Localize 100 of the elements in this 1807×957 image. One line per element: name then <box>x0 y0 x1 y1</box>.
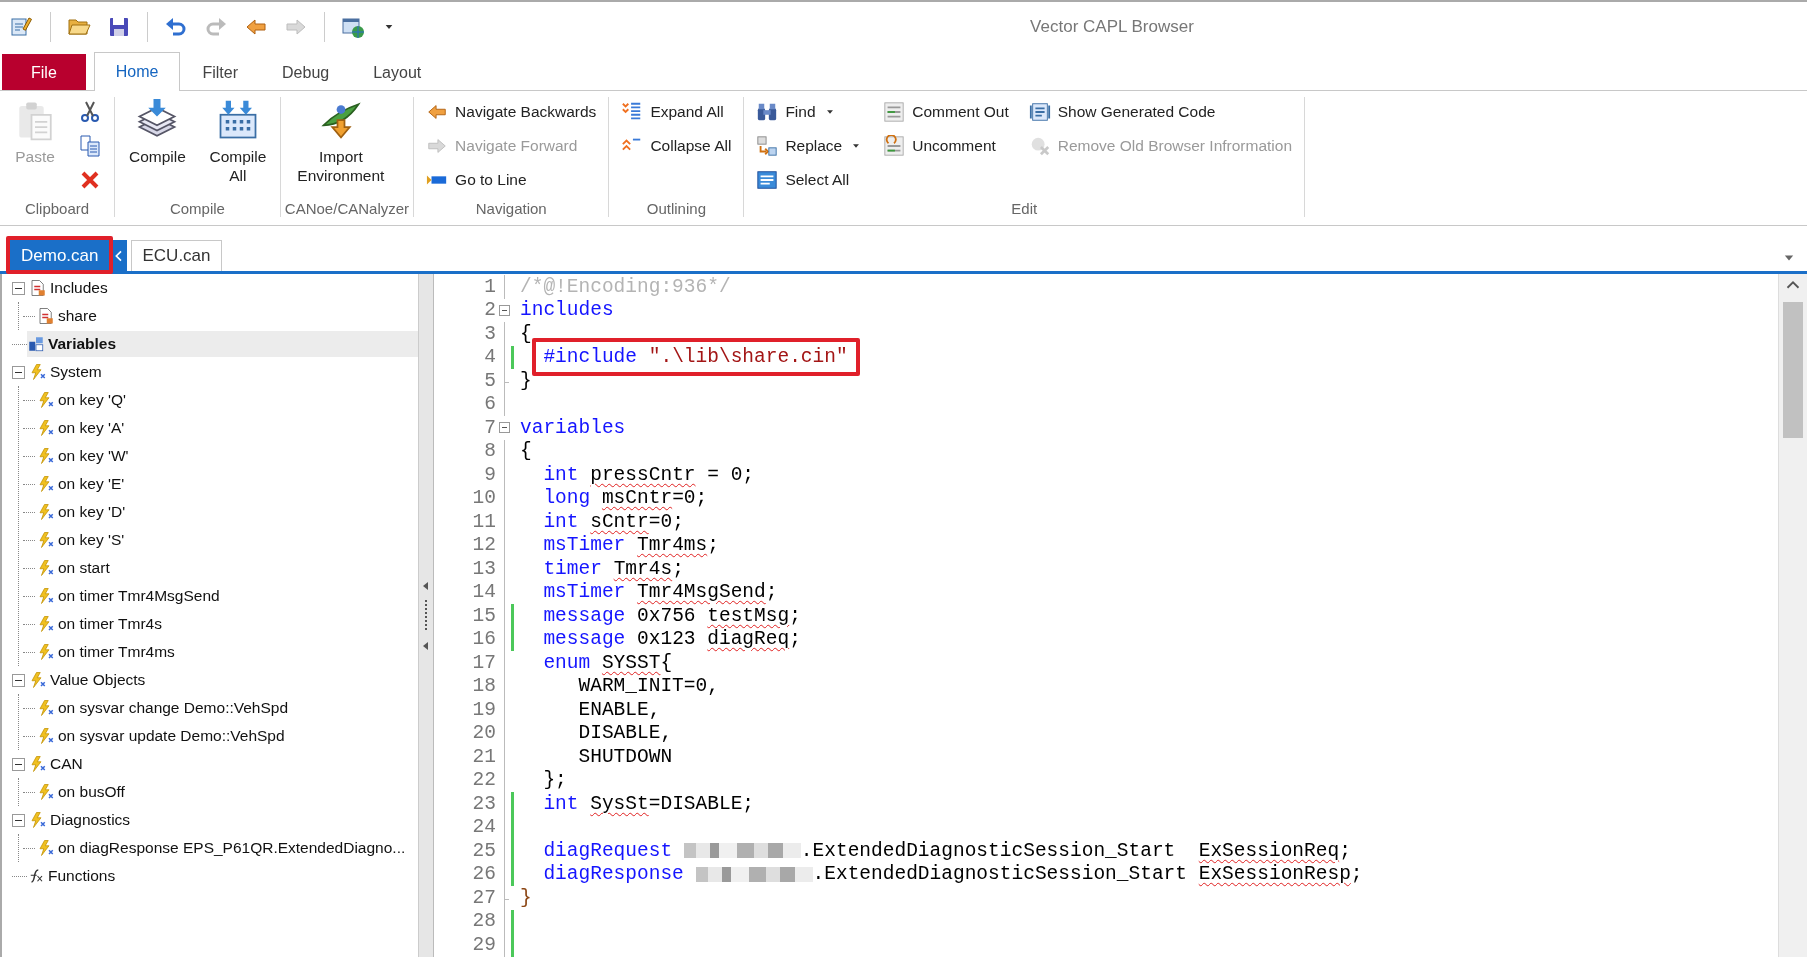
ribbon-tab[interactable]: Filter <box>180 53 261 91</box>
code-line: { <box>520 322 532 345</box>
group-label: Edit <box>1010 200 1039 217</box>
scroll-thumb[interactable] <box>1783 302 1803 438</box>
lightning-icon <box>29 363 47 381</box>
line-number: 20 <box>471 722 497 745</box>
line-number: 2 <box>483 299 497 322</box>
ribbon-button[interactable]: Uncomment <box>881 131 1011 161</box>
ribbon-tab[interactable]: File <box>2 54 86 90</box>
line-number: 14 <box>471 581 497 604</box>
code-line: enum SYSST{ <box>542 651 673 674</box>
line-number: 15 <box>471 604 497 627</box>
line-number: 11 <box>471 510 497 533</box>
ribbon-tab[interactable]: Debug <box>260 53 352 91</box>
lightning-icon <box>29 671 47 689</box>
lightning-icon <box>37 419 55 437</box>
expander-toggle[interactable] <box>12 813 25 827</box>
tree-item[interactable]: on diagResponse EPS_P61QR.ExtendedDiagno... <box>37 835 418 861</box>
tree-item[interactable]: on key 'E' <box>37 471 418 497</box>
ribbon-button[interactable]: Navigate Backwards <box>424 97 599 127</box>
expander-toggle[interactable] <box>12 673 25 687</box>
document-tab[interactable]: Demo.can <box>10 240 110 271</box>
line-number: 23 <box>471 792 497 815</box>
line-number: 25 <box>471 839 497 862</box>
line-number: 12 <box>471 534 497 557</box>
code-line: message 0x756 testMsg; <box>542 604 801 627</box>
document-tab[interactable]: ECU.can <box>131 240 222 271</box>
code-line: } <box>520 369 532 392</box>
code-line: variables <box>520 416 626 439</box>
expander-toggle[interactable] <box>12 365 25 379</box>
ribbon-tab[interactable]: Layout <box>351 53 444 91</box>
ribbon-button[interactable]: Import Environment <box>290 97 391 187</box>
tree-item[interactable]: on key 'S' <box>37 527 418 553</box>
fold-toggle[interactable] <box>499 304 510 316</box>
line-number: 8 <box>483 440 497 463</box>
tree-item[interactable]: Variables <box>27 331 418 357</box>
tree-item[interactable]: on sysvar update Demo::VehSpd <box>37 723 418 749</box>
code-line: { <box>520 440 532 463</box>
tree-item[interactable]: Value Objects <box>29 667 418 693</box>
tree-item[interactable]: on sysvar change Demo::VehSpd <box>37 695 418 721</box>
comment-icon <box>883 101 906 123</box>
tree-item[interactable]: CAN <box>29 751 418 777</box>
tree-item[interactable]: Includes <box>29 275 418 301</box>
ribbon-button[interactable]: Compile <box>125 97 190 168</box>
tree-item[interactable]: on key 'Q' <box>37 387 418 413</box>
ribbon-tab[interactable]: Home <box>93 52 181 91</box>
ribbon-button[interactable]: Replace <box>754 131 866 161</box>
code-line: int SysSt=DISABLE; <box>542 792 755 815</box>
ribbon-button[interactable]: Expand All <box>619 97 734 127</box>
code-line: ENABLE, <box>577 698 661 721</box>
undo-icon[interactable] <box>164 15 188 39</box>
edit-icon[interactable] <box>10 15 34 39</box>
code-line: diagResponse .ExtendedDiagnosticSession_Start ExSessionResp; <box>542 863 1363 886</box>
code-line: DISABLE, <box>577 722 673 745</box>
file-icon <box>29 279 47 297</box>
line-number: 19 <box>471 698 497 721</box>
ribbon-button[interactable]: Go to Line <box>424 165 599 195</box>
code-line: msTimer Tmr4ms; <box>542 534 719 557</box>
tree-item[interactable]: on timer Tmr4s <box>37 611 418 637</box>
ribbon-button[interactable]: Comment Out <box>881 97 1011 127</box>
window-globe-icon[interactable] <box>341 15 365 39</box>
tree-item[interactable]: share <box>37 303 418 329</box>
tree-item[interactable]: on key 'W' <box>37 443 418 469</box>
expander-toggle[interactable] <box>12 281 25 295</box>
expander-toggle[interactable] <box>12 757 25 771</box>
line-number: 17 <box>471 651 497 674</box>
tree-item[interactable]: on key 'A' <box>37 415 418 441</box>
tree-item[interactable]: on timer Tmr4MsgSend <box>37 583 418 609</box>
file-icon <box>37 307 55 325</box>
ribbon-button[interactable]: Find <box>754 97 866 127</box>
ribbon-button[interactable]: Select All <box>754 165 866 195</box>
ribbon-button[interactable]: Compile All <box>205 97 270 187</box>
lines-icon <box>756 169 779 191</box>
code-line: WARM_INIT=0, <box>577 675 719 698</box>
tree-item[interactable]: on timer Tmr4ms <box>37 639 418 665</box>
tree-item[interactable]: Functions <box>27 863 418 889</box>
lightning-icon <box>37 475 55 493</box>
tree-item[interactable]: on key 'D' <box>37 499 418 525</box>
tree-item[interactable]: System <box>29 359 418 385</box>
ribbon-button[interactable]: Collapse All <box>619 131 734 161</box>
code-line: msTimer Tmr4MsgSend; <box>542 581 778 604</box>
code-line: } <box>520 886 532 909</box>
code-line: int sCntr=0; <box>542 510 684 533</box>
group-label: Outlining <box>645 200 707 217</box>
fold-toggle[interactable] <box>499 422 510 434</box>
tree-item[interactable]: on start <box>37 555 418 581</box>
lightning-icon <box>37 503 55 521</box>
replace-icon <box>756 135 779 157</box>
lightning-icon <box>37 587 55 605</box>
save-icon[interactable] <box>107 15 131 39</box>
line-number: 7 <box>483 416 497 439</box>
line-number: 1 <box>483 275 497 298</box>
line-number: 26 <box>471 863 497 886</box>
lightning-icon <box>37 391 55 409</box>
lightning-icon <box>37 643 55 661</box>
scrollbar[interactable] <box>1778 274 1807 957</box>
tree-item[interactable]: on busOff <box>37 779 418 805</box>
ribbon-button[interactable]: Show Generated Code <box>1026 97 1295 127</box>
tree-item[interactable]: Diagnostics <box>29 807 418 833</box>
line-number: 18 <box>471 675 497 698</box>
